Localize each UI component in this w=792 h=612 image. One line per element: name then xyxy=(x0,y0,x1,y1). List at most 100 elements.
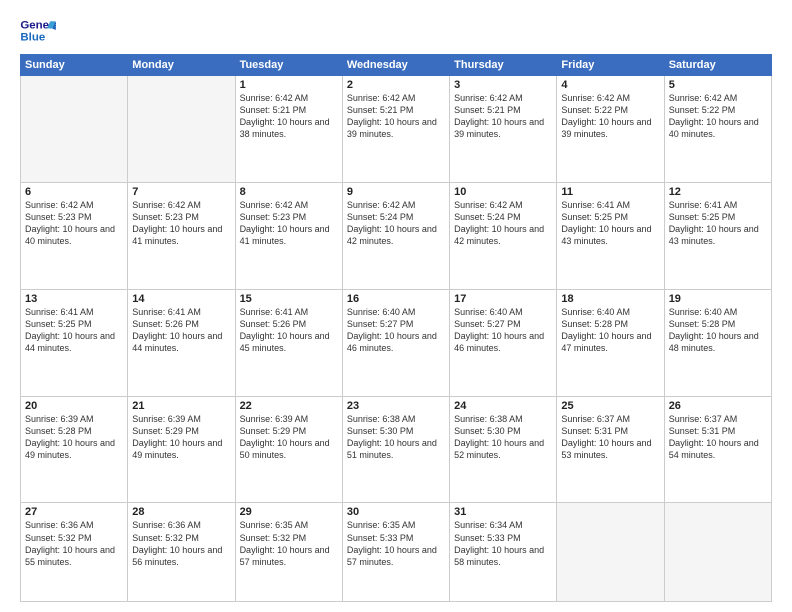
day-detail: Sunrise: 6:42 AM Sunset: 5:21 PM Dayligh… xyxy=(240,92,338,141)
calendar-header-row: SundayMondayTuesdayWednesdayThursdayFrid… xyxy=(21,55,772,76)
calendar-cell xyxy=(21,76,128,183)
day-number: 6 xyxy=(25,186,123,198)
calendar-week-row: 27Sunrise: 6:36 AM Sunset: 5:32 PM Dayli… xyxy=(21,503,772,602)
day-detail: Sunrise: 6:42 AM Sunset: 5:22 PM Dayligh… xyxy=(561,92,659,141)
day-number: 24 xyxy=(454,400,552,412)
calendar-cell: 2Sunrise: 6:42 AM Sunset: 5:21 PM Daylig… xyxy=(342,76,449,183)
calendar-cell: 15Sunrise: 6:41 AM Sunset: 5:26 PM Dayli… xyxy=(235,289,342,396)
calendar-week-row: 1Sunrise: 6:42 AM Sunset: 5:21 PM Daylig… xyxy=(21,76,772,183)
day-number: 30 xyxy=(347,506,445,518)
calendar-week-row: 13Sunrise: 6:41 AM Sunset: 5:25 PM Dayli… xyxy=(21,289,772,396)
calendar-cell: 31Sunrise: 6:34 AM Sunset: 5:33 PM Dayli… xyxy=(450,503,557,602)
day-detail: Sunrise: 6:38 AM Sunset: 5:30 PM Dayligh… xyxy=(347,413,445,462)
day-number: 3 xyxy=(454,79,552,91)
calendar-cell: 24Sunrise: 6:38 AM Sunset: 5:30 PM Dayli… xyxy=(450,396,557,503)
svg-text:Blue: Blue xyxy=(20,32,45,44)
calendar-cell: 16Sunrise: 6:40 AM Sunset: 5:27 PM Dayli… xyxy=(342,289,449,396)
calendar-cell: 30Sunrise: 6:35 AM Sunset: 5:33 PM Dayli… xyxy=(342,503,449,602)
day-number: 29 xyxy=(240,506,338,518)
calendar-cell: 25Sunrise: 6:37 AM Sunset: 5:31 PM Dayli… xyxy=(557,396,664,503)
calendar-cell: 12Sunrise: 6:41 AM Sunset: 5:25 PM Dayli… xyxy=(664,182,771,289)
day-number: 8 xyxy=(240,186,338,198)
calendar-week-row: 20Sunrise: 6:39 AM Sunset: 5:28 PM Dayli… xyxy=(21,396,772,503)
day-detail: Sunrise: 6:42 AM Sunset: 5:21 PM Dayligh… xyxy=(454,92,552,141)
weekday-header: Saturday xyxy=(664,55,771,76)
day-number: 15 xyxy=(240,293,338,305)
day-detail: Sunrise: 6:34 AM Sunset: 5:33 PM Dayligh… xyxy=(454,519,552,568)
calendar-cell: 13Sunrise: 6:41 AM Sunset: 5:25 PM Dayli… xyxy=(21,289,128,396)
calendar-cell: 4Sunrise: 6:42 AM Sunset: 5:22 PM Daylig… xyxy=(557,76,664,183)
day-number: 26 xyxy=(669,400,767,412)
day-number: 25 xyxy=(561,400,659,412)
weekday-header: Wednesday xyxy=(342,55,449,76)
calendar-cell: 11Sunrise: 6:41 AM Sunset: 5:25 PM Dayli… xyxy=(557,182,664,289)
day-number: 2 xyxy=(347,79,445,91)
day-number: 14 xyxy=(132,293,230,305)
weekday-header: Tuesday xyxy=(235,55,342,76)
calendar-cell: 8Sunrise: 6:42 AM Sunset: 5:23 PM Daylig… xyxy=(235,182,342,289)
calendar-cell: 9Sunrise: 6:42 AM Sunset: 5:24 PM Daylig… xyxy=(342,182,449,289)
day-number: 7 xyxy=(132,186,230,198)
page: General Blue SundayMondayTuesdayWednesda… xyxy=(0,0,792,612)
day-detail: Sunrise: 6:41 AM Sunset: 5:25 PM Dayligh… xyxy=(561,199,659,248)
day-number: 28 xyxy=(132,506,230,518)
day-detail: Sunrise: 6:39 AM Sunset: 5:29 PM Dayligh… xyxy=(240,413,338,462)
day-number: 31 xyxy=(454,506,552,518)
logo-icon: General Blue xyxy=(20,16,56,46)
weekday-header: Sunday xyxy=(21,55,128,76)
day-detail: Sunrise: 6:38 AM Sunset: 5:30 PM Dayligh… xyxy=(454,413,552,462)
day-detail: Sunrise: 6:39 AM Sunset: 5:29 PM Dayligh… xyxy=(132,413,230,462)
calendar-cell: 7Sunrise: 6:42 AM Sunset: 5:23 PM Daylig… xyxy=(128,182,235,289)
weekday-header: Friday xyxy=(557,55,664,76)
header: General Blue xyxy=(20,16,772,46)
day-detail: Sunrise: 6:41 AM Sunset: 5:26 PM Dayligh… xyxy=(240,306,338,355)
day-number: 5 xyxy=(669,79,767,91)
day-detail: Sunrise: 6:42 AM Sunset: 5:23 PM Dayligh… xyxy=(25,199,123,248)
calendar-cell: 14Sunrise: 6:41 AM Sunset: 5:26 PM Dayli… xyxy=(128,289,235,396)
day-detail: Sunrise: 6:42 AM Sunset: 5:23 PM Dayligh… xyxy=(240,199,338,248)
day-number: 19 xyxy=(669,293,767,305)
day-detail: Sunrise: 6:41 AM Sunset: 5:25 PM Dayligh… xyxy=(25,306,123,355)
calendar-cell: 17Sunrise: 6:40 AM Sunset: 5:27 PM Dayli… xyxy=(450,289,557,396)
day-detail: Sunrise: 6:42 AM Sunset: 5:24 PM Dayligh… xyxy=(347,199,445,248)
calendar-cell xyxy=(557,503,664,602)
day-number: 22 xyxy=(240,400,338,412)
calendar-cell: 28Sunrise: 6:36 AM Sunset: 5:32 PM Dayli… xyxy=(128,503,235,602)
calendar-cell: 1Sunrise: 6:42 AM Sunset: 5:21 PM Daylig… xyxy=(235,76,342,183)
day-number: 17 xyxy=(454,293,552,305)
day-number: 16 xyxy=(347,293,445,305)
calendar-cell: 10Sunrise: 6:42 AM Sunset: 5:24 PM Dayli… xyxy=(450,182,557,289)
calendar-cell: 27Sunrise: 6:36 AM Sunset: 5:32 PM Dayli… xyxy=(21,503,128,602)
day-detail: Sunrise: 6:41 AM Sunset: 5:26 PM Dayligh… xyxy=(132,306,230,355)
calendar-cell: 20Sunrise: 6:39 AM Sunset: 5:28 PM Dayli… xyxy=(21,396,128,503)
day-number: 23 xyxy=(347,400,445,412)
day-number: 18 xyxy=(561,293,659,305)
weekday-header: Thursday xyxy=(450,55,557,76)
day-detail: Sunrise: 6:40 AM Sunset: 5:27 PM Dayligh… xyxy=(347,306,445,355)
day-number: 4 xyxy=(561,79,659,91)
day-detail: Sunrise: 6:40 AM Sunset: 5:28 PM Dayligh… xyxy=(669,306,767,355)
day-detail: Sunrise: 6:40 AM Sunset: 5:27 PM Dayligh… xyxy=(454,306,552,355)
day-number: 12 xyxy=(669,186,767,198)
day-detail: Sunrise: 6:36 AM Sunset: 5:32 PM Dayligh… xyxy=(25,519,123,568)
day-detail: Sunrise: 6:42 AM Sunset: 5:23 PM Dayligh… xyxy=(132,199,230,248)
calendar-cell xyxy=(128,76,235,183)
day-detail: Sunrise: 6:37 AM Sunset: 5:31 PM Dayligh… xyxy=(561,413,659,462)
day-number: 1 xyxy=(240,79,338,91)
day-detail: Sunrise: 6:42 AM Sunset: 5:22 PM Dayligh… xyxy=(669,92,767,141)
day-number: 11 xyxy=(561,186,659,198)
day-number: 27 xyxy=(25,506,123,518)
day-detail: Sunrise: 6:35 AM Sunset: 5:32 PM Dayligh… xyxy=(240,519,338,568)
calendar-cell: 21Sunrise: 6:39 AM Sunset: 5:29 PM Dayli… xyxy=(128,396,235,503)
day-number: 10 xyxy=(454,186,552,198)
day-detail: Sunrise: 6:40 AM Sunset: 5:28 PM Dayligh… xyxy=(561,306,659,355)
calendar-cell: 23Sunrise: 6:38 AM Sunset: 5:30 PM Dayli… xyxy=(342,396,449,503)
day-detail: Sunrise: 6:42 AM Sunset: 5:21 PM Dayligh… xyxy=(347,92,445,141)
calendar-cell: 29Sunrise: 6:35 AM Sunset: 5:32 PM Dayli… xyxy=(235,503,342,602)
day-detail: Sunrise: 6:35 AM Sunset: 5:33 PM Dayligh… xyxy=(347,519,445,568)
calendar-cell: 5Sunrise: 6:42 AM Sunset: 5:22 PM Daylig… xyxy=(664,76,771,183)
calendar-cell: 18Sunrise: 6:40 AM Sunset: 5:28 PM Dayli… xyxy=(557,289,664,396)
calendar-cell: 26Sunrise: 6:37 AM Sunset: 5:31 PM Dayli… xyxy=(664,396,771,503)
calendar-cell: 3Sunrise: 6:42 AM Sunset: 5:21 PM Daylig… xyxy=(450,76,557,183)
day-detail: Sunrise: 6:37 AM Sunset: 5:31 PM Dayligh… xyxy=(669,413,767,462)
